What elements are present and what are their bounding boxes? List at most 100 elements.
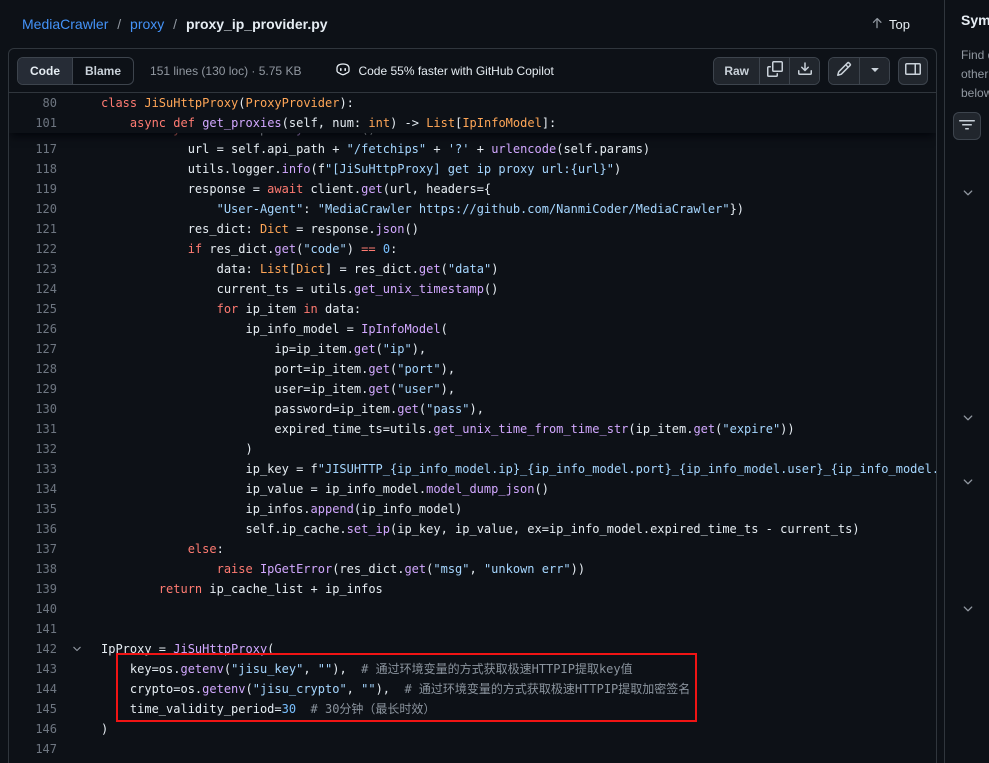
collapse-chevron-icon[interactable] [71, 643, 83, 655]
code-line: 147 [9, 739, 936, 759]
breadcrumb-dir-link[interactable]: proxy [130, 16, 164, 32]
code-line: 122 if res_dict.get("code") == 0: [9, 239, 936, 259]
code-text: port=ip_item.get("port"), [57, 359, 455, 379]
line-number[interactable]: 147 [9, 739, 57, 759]
sticky-context-lines: 80class JiSuHttpProxy(ProxyProvider):101… [9, 93, 936, 133]
line-number[interactable]: 139 [9, 579, 57, 599]
triangle-down-icon [867, 61, 883, 80]
code-line: 143 key=os.getenv("jisu_key", ""), # 通过环… [9, 659, 936, 679]
line-number[interactable]: 128 [9, 359, 57, 379]
code-text: else: [57, 539, 224, 559]
copilot-icon [335, 61, 351, 80]
breadcrumb: MediaCrawler / proxy / proxy_ip_provider… [22, 16, 328, 32]
tab-code[interactable]: Code [18, 58, 73, 84]
symbols-section-chevron-icon[interactable] [961, 186, 975, 200]
code-text: raise IpGetError(res_dict.get("msg", "un… [57, 559, 585, 579]
code-line: 125 for ip_item in data: [9, 299, 936, 319]
breadcrumb-file-name: proxy_ip_provider.py [186, 16, 328, 32]
line-number[interactable]: 143 [9, 659, 57, 679]
line-number[interactable]: 141 [9, 619, 57, 639]
code-text: response = await client.get(url, headers… [57, 179, 491, 199]
line-number[interactable]: 127 [9, 339, 57, 359]
code-line: 131 expired_time_ts=utils.get_unix_time_… [9, 419, 936, 439]
code-text: ip_info_model = IpInfoModel( [57, 319, 448, 339]
line-number[interactable]: 125 [9, 299, 57, 319]
copy-button[interactable] [759, 58, 789, 84]
code-line: 145 time_validity_period=30 # 30分钟（最长时效） [9, 699, 936, 719]
code-line: 129 user=ip_item.get("user"), [9, 379, 936, 399]
file-toolbar: Code Blame 151 lines (130 loc) · 5.75 KB… [9, 49, 936, 93]
line-number[interactable]: 126 [9, 319, 57, 339]
line-number[interactable]: 145 [9, 699, 57, 719]
breadcrumb-repo-link[interactable]: MediaCrawler [22, 16, 108, 32]
breadcrumb-separator: / [117, 16, 121, 32]
line-number[interactable]: 134 [9, 479, 57, 499]
code-text: IpProxy = JiSuHttpProxy( [57, 639, 274, 659]
line-number[interactable]: 132 [9, 439, 57, 459]
edit-dropdown-button[interactable] [859, 58, 889, 84]
raw-button[interactable]: Raw [714, 58, 759, 84]
line-number[interactable]: 138 [9, 559, 57, 579]
code-text: if res_dict.get("code") == 0: [57, 239, 397, 259]
line-number[interactable]: 123 [9, 259, 57, 279]
code-line: 101 async def get_proxies(self, num: int… [9, 113, 936, 133]
line-number[interactable]: 129 [9, 379, 57, 399]
breadcrumb-separator: / [173, 16, 177, 32]
code-line: 127 ip=ip_item.get("ip"), [9, 339, 936, 359]
code-text: crypto=os.getenv("jisu_crypto", ""), # 通… [57, 679, 690, 699]
copilot-banner[interactable]: Code 55% faster with GitHub Copilot [335, 61, 553, 80]
symbols-panel-title: Symbols [961, 12, 989, 28]
symbols-section-chevron-icon[interactable] [961, 475, 975, 489]
symbols-panel: Symbols Find definitions and references … [944, 0, 989, 763]
code-text [57, 739, 101, 759]
code-text: for ip_item in data: [57, 299, 361, 319]
line-number[interactable]: 131 [9, 419, 57, 439]
symbols-filter-button[interactable] [953, 112, 981, 140]
back-to-top-link[interactable]: Top [870, 16, 910, 33]
line-number[interactable]: 136 [9, 519, 57, 539]
code-text: return ip_cache_list + ip_infos [57, 579, 383, 599]
code-line: 126 ip_info_model = IpInfoModel( [9, 319, 936, 339]
download-button[interactable] [789, 58, 819, 84]
edit-group [828, 57, 890, 85]
line-number[interactable]: 133 [9, 459, 57, 479]
symbols-panel-icon [905, 61, 921, 80]
line-number[interactable]: 117 [9, 139, 57, 159]
copy-icon [767, 61, 783, 80]
line-number[interactable]: 140 [9, 599, 57, 619]
line-number[interactable]: 119 [9, 179, 57, 199]
line-number[interactable]: 101 [9, 113, 57, 133]
edit-button[interactable] [829, 58, 859, 84]
code-line: 137 else: [9, 539, 936, 559]
code-line: 118 utils.logger.info(f"[JiSuHttpProxy] … [9, 159, 936, 179]
code-line: 128 port=ip_item.get("port"), [9, 359, 936, 379]
tab-blame[interactable]: Blame [73, 58, 133, 84]
code-line: 133 ip_key = f"JISUHTTP_{ip_info_model.i… [9, 459, 936, 479]
code-text: url = self.api_path + "/fetchips" + '?' … [57, 139, 650, 159]
line-number[interactable]: 135 [9, 499, 57, 519]
line-number[interactable]: 122 [9, 239, 57, 259]
line-number[interactable]: 124 [9, 279, 57, 299]
line-number[interactable]: 118 [9, 159, 57, 179]
line-number[interactable]: 80 [9, 93, 57, 113]
code-text: ip_value = ip_info_model.model_dump_json… [57, 479, 549, 499]
pencil-icon [836, 61, 852, 80]
symbols-section-chevron-icon[interactable] [961, 602, 975, 616]
code-text: class JiSuHttpProxy(ProxyProvider): [57, 93, 354, 113]
code-line: 140 [9, 599, 936, 619]
line-number[interactable]: 130 [9, 399, 57, 419]
code-line: 130 password=ip_item.get("pass"), [9, 399, 936, 419]
line-number[interactable]: 137 [9, 539, 57, 559]
code-area: 116 async with httpx.AsyncClient() as cl… [9, 93, 936, 763]
line-number[interactable]: 142 [9, 639, 57, 659]
code-text: expired_time_ts=utils.get_unix_time_from… [57, 419, 795, 439]
symbols-panel-toggle-button[interactable] [898, 57, 928, 85]
line-number[interactable]: 146 [9, 719, 57, 739]
line-number[interactable]: 120 [9, 199, 57, 219]
code-text: data: List[Dict] = res_dict.get("data") [57, 259, 498, 279]
line-number[interactable]: 144 [9, 679, 57, 699]
symbols-section-chevron-icon[interactable] [961, 411, 975, 425]
line-number[interactable]: 121 [9, 219, 57, 239]
top-link-label: Top [889, 17, 910, 32]
code-line: 117 url = self.api_path + "/fetchips" + … [9, 139, 936, 159]
